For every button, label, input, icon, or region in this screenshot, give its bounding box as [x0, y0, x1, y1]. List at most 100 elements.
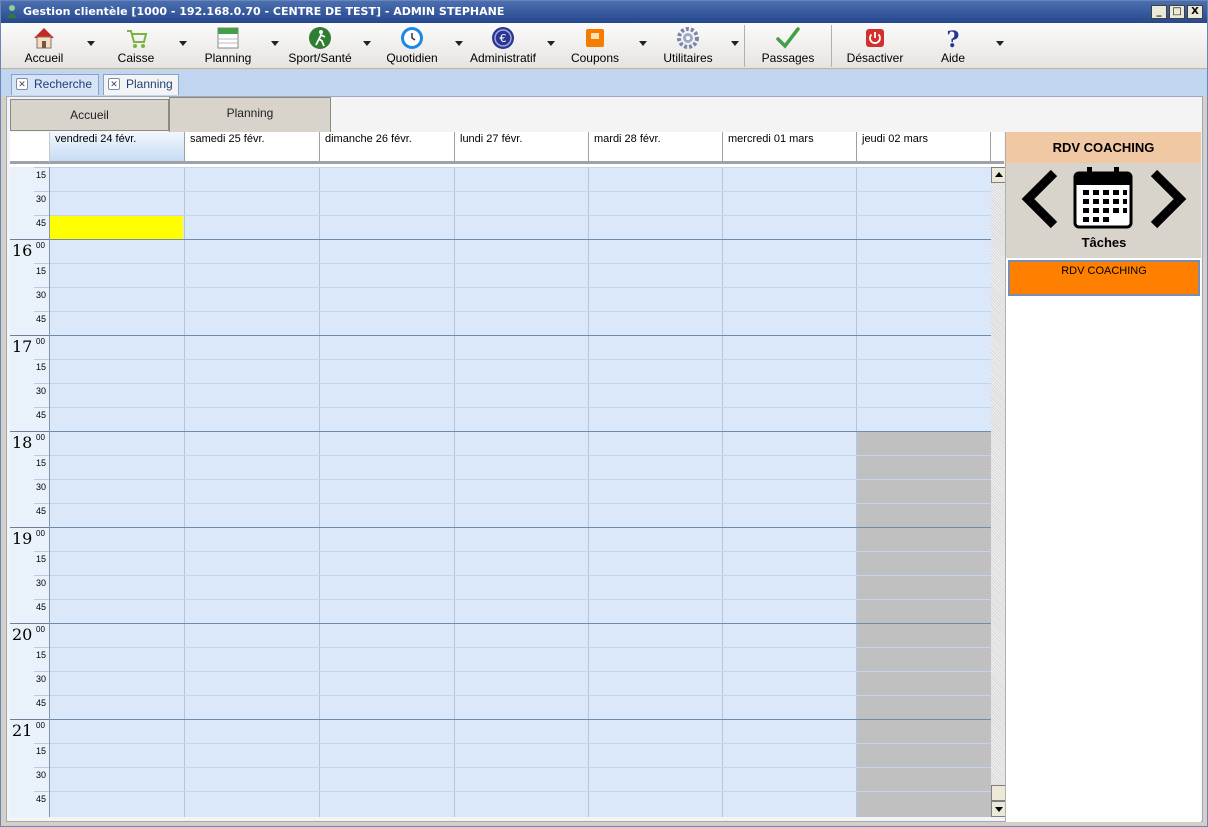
- time-tick: [34, 575, 49, 576]
- time-tick: [34, 263, 49, 264]
- toolbar-passages-button[interactable]: Passages: [757, 25, 819, 67]
- slot-grid-line: [50, 695, 991, 696]
- calendar-grid[interactable]: [50, 167, 991, 817]
- app-window: Gestion clientèle [1000 - 192.168.0.70 -…: [0, 0, 1208, 827]
- minute-label: 00: [36, 241, 45, 250]
- window-title: Gestion clientèle [1000 - 192.168.0.70 -…: [23, 5, 505, 18]
- day-header[interactable]: lundi 27 févr.: [455, 132, 589, 164]
- time-tick: [34, 191, 49, 192]
- day-header[interactable]: mercredi 01 mars: [723, 132, 857, 164]
- slot-grid-line: [50, 455, 991, 456]
- svg-text:€: €: [500, 32, 507, 45]
- app-icon: [7, 5, 17, 18]
- close-tab-icon[interactable]: ✕: [108, 78, 120, 90]
- time-tick: [34, 167, 49, 168]
- minute-label: 15: [35, 266, 46, 276]
- document-tabs: ✕ Recherche ✕ Planning: [1, 70, 1207, 96]
- quotidien-dropdown-arrow[interactable]: [455, 41, 463, 46]
- close-button[interactable]: X: [1187, 5, 1203, 19]
- toolbar-accueil-button[interactable]: Accueil: [15, 25, 73, 67]
- toolbar-administratif-button[interactable]: € Administratif: [465, 25, 541, 67]
- chevron-right-icon[interactable]: [1148, 169, 1188, 229]
- coupons-dropdown-arrow[interactable]: [639, 41, 647, 46]
- chevron-left-icon[interactable]: [1020, 169, 1060, 229]
- clock-icon: [401, 27, 423, 49]
- calendar-icon[interactable]: [1072, 165, 1134, 229]
- minute-label: 15: [35, 650, 46, 660]
- arrow-down-icon: [995, 807, 1003, 812]
- slot-grid-line: [50, 215, 991, 216]
- coupon-icon: [586, 29, 604, 47]
- tab-planning[interactable]: ✕ Planning: [103, 74, 179, 95]
- hour-label: 17: [12, 337, 33, 356]
- aide-dropdown-arrow[interactable]: [996, 41, 1004, 46]
- scroll-header-corner: [991, 132, 1004, 164]
- toolbar-label: Sport/Santé: [288, 51, 352, 65]
- tab-label: Recherche: [34, 77, 93, 91]
- toolbar-label: Utilitaires: [663, 51, 713, 65]
- day-header[interactable]: mardi 28 févr.: [589, 132, 723, 164]
- close-tab-icon[interactable]: ✕: [16, 78, 28, 90]
- toolbar-quotidien-button[interactable]: Quotidien: [381, 25, 443, 67]
- time-tick: [34, 311, 49, 312]
- tasks-panel: RDV COACHING Tâches RDV COACHING: [1005, 132, 1201, 822]
- toolbar-caisse-button[interactable]: Caisse: [107, 25, 165, 67]
- planning-dropdown-arrow[interactable]: [271, 41, 279, 46]
- task-item[interactable]: RDV COACHING: [1008, 260, 1200, 296]
- tab-recherche[interactable]: ✕ Recherche: [11, 74, 99, 95]
- time-tick: [10, 719, 49, 720]
- toolbar-separator: [744, 25, 745, 67]
- slot-grid-line: [50, 503, 991, 504]
- time-tick: [34, 503, 49, 504]
- slot-grid-line: [50, 383, 991, 384]
- toolbar-coupons-button[interactable]: Coupons: [565, 25, 625, 67]
- toolbar-desactiver-button[interactable]: Désactiver: [843, 25, 907, 67]
- day-header[interactable]: vendredi 24 févr.: [50, 132, 185, 164]
- toolbar-utilitaires-button[interactable]: Utilitaires: [655, 25, 721, 67]
- slot-grid-line: [50, 743, 991, 744]
- day-header[interactable]: dimanche 26 févr.: [320, 132, 455, 164]
- highlighted-slot[interactable]: [50, 216, 183, 239]
- slot-grid-line: [50, 407, 991, 408]
- toolbar-planning-button[interactable]: Planning: [199, 25, 257, 67]
- minute-label: 45: [35, 506, 46, 516]
- check-icon: [776, 27, 800, 49]
- house-icon: [34, 28, 54, 49]
- time-tick: [10, 527, 49, 528]
- utilitaires-dropdown-arrow[interactable]: [731, 41, 739, 46]
- time-tick: [34, 287, 49, 288]
- toolbar-label: Coupons: [570, 51, 620, 65]
- caisse-dropdown-arrow[interactable]: [179, 41, 187, 46]
- time-tick: [10, 239, 49, 240]
- inner-tab-planning[interactable]: Planning: [169, 97, 331, 132]
- minimize-button[interactable]: _: [1151, 5, 1167, 19]
- minute-label: 30: [35, 770, 46, 780]
- minute-label: 45: [35, 794, 46, 804]
- minute-label: 45: [35, 218, 46, 228]
- toolbar-aide-button[interactable]: ? Aide: [927, 25, 979, 67]
- toolbar-label: Planning: [204, 51, 252, 65]
- time-tick: [34, 791, 49, 792]
- week-calendar: vendredi 24 févr. samedi 25 févr. dimanc…: [10, 132, 1007, 817]
- svg-text:?: ?: [947, 27, 960, 51]
- accueil-dropdown-arrow[interactable]: [87, 41, 95, 46]
- toolbar-sport-sante-button[interactable]: Sport/Santé: [285, 25, 355, 67]
- slot-grid-line: [50, 263, 991, 264]
- administratif-dropdown-arrow[interactable]: [547, 41, 555, 46]
- sport-sante-dropdown-arrow[interactable]: [363, 41, 371, 46]
- minute-label: 30: [35, 578, 46, 588]
- day-header[interactable]: samedi 25 févr.: [185, 132, 320, 164]
- slot-grid-line: [50, 287, 991, 288]
- time-tick: [34, 455, 49, 456]
- minute-label: 15: [35, 458, 46, 468]
- minute-label: 15: [35, 554, 46, 564]
- hour-grid-line: [50, 239, 991, 240]
- toolbar-label: Caisse: [117, 51, 155, 65]
- minute-label: 30: [35, 194, 46, 204]
- hour-label: 21: [12, 721, 33, 740]
- day-header[interactable]: jeudi 02 mars: [857, 132, 991, 164]
- slot-grid-line: [50, 479, 991, 480]
- maximize-button[interactable]: □: [1169, 5, 1185, 19]
- inner-tab-accueil[interactable]: Accueil: [10, 99, 169, 131]
- time-tick: [34, 695, 49, 696]
